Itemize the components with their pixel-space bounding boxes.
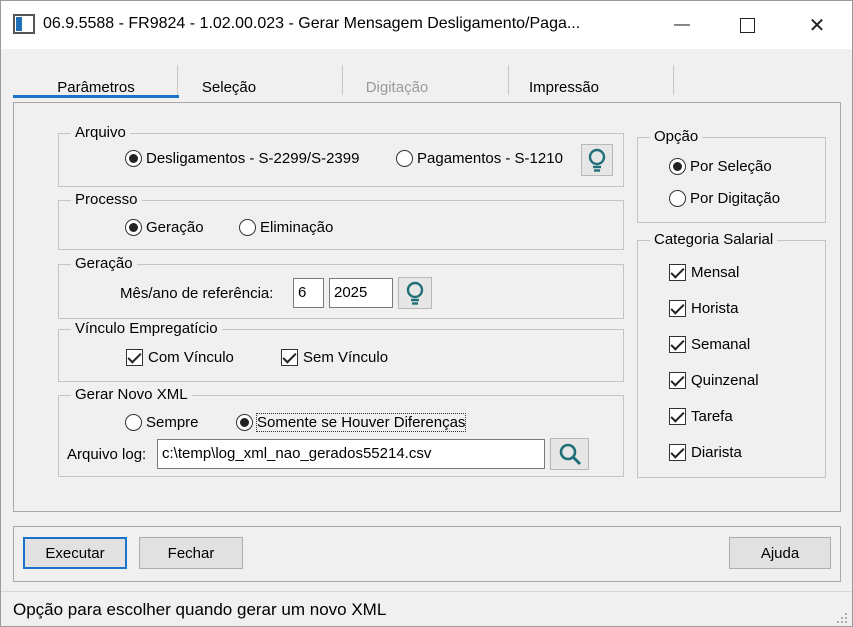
close-icon: ✕ (808, 14, 826, 37)
radio-por-selecao[interactable]: Por Seleção (669, 158, 772, 175)
status-bar: Opção para escolher quando gerar um novo… (1, 591, 852, 626)
checkbox-indicator (669, 372, 686, 389)
button-bar: Executar Fechar Ajuda (13, 526, 841, 582)
reference-date-label: Mês/ano de referência: (120, 285, 274, 302)
radio-indicator (239, 219, 256, 236)
checkbox-indicator (669, 408, 686, 425)
checkbox-horista-label: Horista (691, 300, 739, 317)
checkbox-indicator (669, 444, 686, 461)
checkbox-indicator (669, 336, 686, 353)
radio-indicator (125, 150, 142, 167)
checkbox-mensal-label: Mensal (691, 264, 740, 281)
browse-log-button[interactable] (550, 438, 589, 470)
group-opcao-legend: Opção (650, 128, 703, 145)
year-input[interactable]: 2025 (329, 278, 393, 308)
execute-button[interactable]: Executar (23, 537, 127, 569)
tab-separator (177, 65, 178, 95)
radio-indicator (125, 219, 142, 236)
checkbox-diarista-label: Diarista (691, 444, 742, 461)
status-text: Opção para escolher quando gerar um novo… (13, 600, 387, 619)
maximize-button[interactable] (717, 1, 777, 49)
group-opcao: Opção Por Seleção Por Digitação (637, 128, 826, 223)
radio-indicator (669, 158, 686, 175)
radio-indicator (125, 414, 142, 431)
radio-indicator (236, 414, 253, 431)
checkbox-semanal[interactable]: Semanal (669, 336, 750, 353)
radio-desligamentos[interactable]: Desligamentos - S-2299/S-2399 (125, 150, 359, 167)
minimize-icon: — (674, 16, 690, 33)
resize-grip-icon[interactable] (836, 612, 848, 624)
checkbox-com-vinculo-label: Com Vínculo (148, 349, 234, 366)
radio-desligamentos-label: Desligamentos - S-2299/S-2399 (146, 150, 360, 167)
lightbulb-icon (406, 281, 424, 305)
checkbox-tarefa-label: Tarefa (691, 408, 733, 425)
help-button[interactable]: Ajuda (729, 537, 831, 569)
checkbox-sem-vinculo[interactable]: Sem Vínculo (281, 349, 388, 366)
checkbox-sem-vinculo-label: Sem Vínculo (303, 349, 389, 366)
active-tab-indicator (13, 95, 179, 98)
month-input[interactable]: 6 (293, 278, 324, 308)
radio-por-selecao-label: Por Seleção (690, 158, 772, 175)
group-processo-legend: Processo (71, 191, 142, 208)
log-file-input[interactable]: c:\temp\log_xml_nao_gerados55214.csv (157, 439, 545, 469)
tab-page-parametros: Arquivo Desligamentos - S-2299/S-2399 Pa… (13, 102, 841, 512)
tab-impressao[interactable]: Impressão (508, 75, 620, 101)
window-title: 06.9.5588 - FR9824 - 1.02.00.023 - Gerar… (43, 15, 581, 32)
radio-pagamentos-label: Pagamentos - S-1210 (417, 150, 563, 167)
radio-indicator (669, 190, 686, 207)
radio-somente-diferencas-label: Somente se Houver Diferenças (255, 413, 467, 432)
group-gerar-xml-legend: Gerar Novo XML (71, 386, 192, 403)
radio-geracao[interactable]: Geração (125, 219, 204, 236)
group-geracao: Geração Mês/ano de referência: 6 2025 (58, 255, 624, 319)
lightbulb-icon (588, 148, 606, 172)
radio-sempre-label: Sempre (146, 414, 199, 431)
radio-eliminacao-label: Eliminação (260, 219, 334, 236)
group-arquivo-legend: Arquivo (71, 124, 130, 141)
checkbox-indicator (669, 300, 686, 317)
close-dialog-button[interactable]: Fechar (139, 537, 243, 569)
radio-indicator (396, 150, 413, 167)
radio-por-digitacao-label: Por Digitação (690, 190, 781, 207)
group-processo: Processo Geração Eliminação (58, 191, 624, 250)
close-button[interactable]: ✕ (787, 1, 847, 49)
log-file-label: Arquivo log: (67, 446, 147, 463)
group-vinculo: Vínculo Empregatício Com Vínculo Sem Vín… (58, 320, 624, 382)
checkbox-quinzenal-label: Quinzenal (691, 372, 759, 389)
tab-strip: Parâmetros Seleção Digitação Impressão (13, 63, 841, 103)
checkbox-mensal[interactable]: Mensal (669, 264, 739, 281)
checkbox-indicator (281, 349, 298, 366)
app-icon (13, 14, 35, 34)
group-categoria-legend: Categoria Salarial (650, 231, 778, 248)
geracao-help-button[interactable] (398, 277, 432, 309)
checkbox-horista[interactable]: Horista (669, 300, 739, 317)
checkbox-indicator (126, 349, 143, 366)
group-arquivo: Arquivo Desligamentos - S-2299/S-2399 Pa… (58, 124, 624, 187)
title-bar[interactable]: 06.9.5588 - FR9824 - 1.02.00.023 - Gerar… (1, 1, 852, 49)
checkbox-diarista[interactable]: Diarista (669, 444, 742, 461)
group-gerar-xml: Gerar Novo XML Sempre Somente se Houver … (58, 386, 624, 477)
minimize-button[interactable]: — (652, 1, 712, 49)
radio-somente-diferencas[interactable]: Somente se Houver Diferenças (236, 413, 467, 432)
radio-geracao-label: Geração (146, 219, 204, 236)
maximize-icon (739, 17, 755, 33)
dialog-window: 06.9.5588 - FR9824 - 1.02.00.023 - Gerar… (0, 0, 853, 627)
tab-digitacao: Digitação (365, 79, 429, 96)
tab-separator (673, 65, 674, 95)
arquivo-help-button[interactable] (581, 144, 613, 176)
tab-selecao[interactable]: Seleção (179, 75, 279, 101)
checkbox-indicator (669, 264, 686, 281)
group-vinculo-legend: Vínculo Empregatício (71, 320, 222, 337)
radio-eliminacao[interactable]: Eliminação (239, 219, 333, 236)
checkbox-com-vinculo[interactable]: Com Vínculo (126, 349, 234, 366)
radio-pagamentos[interactable]: Pagamentos - S-1210 (396, 150, 563, 167)
group-categoria-salarial: Categoria Salarial Mensal Horista Semana… (637, 231, 826, 478)
magnifier-icon (559, 443, 581, 466)
checkbox-semanal-label: Semanal (691, 336, 751, 353)
checkbox-tarefa[interactable]: Tarefa (669, 408, 733, 425)
radio-sempre[interactable]: Sempre (125, 414, 199, 431)
radio-por-digitacao[interactable]: Por Digitação (669, 190, 780, 207)
checkbox-quinzenal[interactable]: Quinzenal (669, 372, 759, 389)
group-geracao-legend: Geração (71, 255, 137, 272)
